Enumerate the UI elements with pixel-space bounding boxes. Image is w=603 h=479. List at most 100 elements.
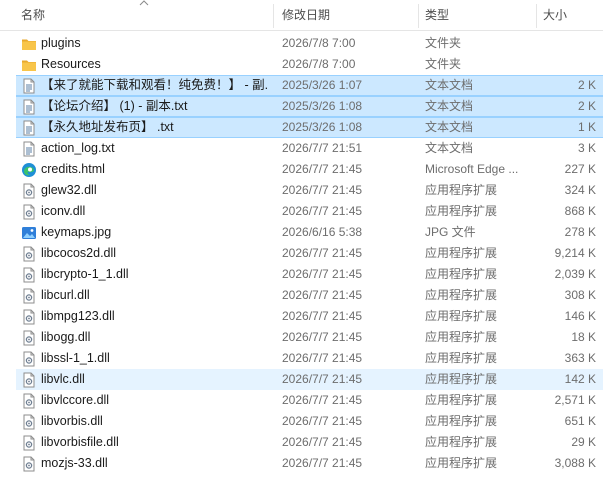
- file-row[interactable]: Resources 2026/7/8 7:00 文件夹: [0, 54, 603, 75]
- file-date: 2026/7/7 21:45: [282, 351, 363, 365]
- file-date: 2026/7/7 21:45: [282, 372, 363, 386]
- file-row[interactable]: libvorbisfile.dll 2026/7/7 21:45 应用程序扩展 29 …: [0, 432, 603, 453]
- file-date: 2026/7/7 21:45: [282, 456, 363, 470]
- file-row[interactable]: libogg.dll 2026/7/7 21:45 应用程序扩展 18 K: [0, 327, 603, 348]
- file-date: 2026/7/7 21:45: [282, 267, 363, 281]
- file-size: 29 K: [571, 435, 596, 449]
- file-name: libvorbis.dll: [41, 414, 103, 428]
- file-type: 应用程序扩展: [425, 372, 498, 386]
- file-row[interactable]: libvlccore.dll 2026/7/7 21:45 应用程序扩展 2,571 …: [0, 390, 603, 411]
- column-header-name[interactable]: 名称: [21, 0, 271, 30]
- file-type: 应用程序扩展: [425, 246, 498, 260]
- edge-html-icon: [21, 162, 37, 178]
- dll-file-icon: [21, 330, 37, 346]
- file-date: 2026/7/7 21:45: [282, 288, 363, 302]
- file-size: 18 K: [571, 330, 596, 344]
- file-row[interactable]: credits.html 2026/7/7 21:45 Microsoft Edge…: [0, 159, 603, 180]
- file-date: 2026/7/7 21:45: [282, 414, 363, 428]
- file-size: 2 K: [577, 78, 596, 92]
- file-type: 应用程序扩展: [425, 393, 498, 407]
- dll-file-icon: [21, 414, 37, 430]
- file-date: 2025/3/26 1:07: [282, 78, 363, 92]
- file-size: 324 K: [564, 183, 596, 197]
- file-size: 278 K: [564, 225, 596, 239]
- file-name: 【来了就能下载和观看！纯免费！】 - 副...: [41, 78, 269, 92]
- file-row[interactable]: libvlc.dll 2026/7/7 21:45 应用程序扩展 142 K: [0, 369, 603, 390]
- file-type: 应用程序扩展: [425, 351, 498, 365]
- file-name: Resources: [41, 57, 101, 71]
- column-divider[interactable]: [536, 4, 537, 28]
- file-name: mozjs-33.dll: [41, 456, 108, 470]
- file-date: 2026/7/7 21:45: [282, 309, 363, 323]
- file-row[interactable]: libmpg123.dll 2026/7/7 21:45 应用程序扩展 146 K: [0, 306, 603, 327]
- dll-file-icon: [21, 372, 37, 388]
- file-row[interactable]: 【论坛介绍】 (1) - 副本.txt 2025/3/26 1:08 文本文档 2 K: [0, 96, 603, 117]
- file-date: 2026/7/8 7:00: [282, 36, 356, 50]
- file-row[interactable]: mozjs-33.dll 2026/7/7 21:45 应用程序扩展 3,088 K: [0, 453, 603, 474]
- file-size: 146 K: [564, 309, 596, 323]
- text-file-icon: [21, 78, 37, 94]
- file-row[interactable]: 【来了就能下载和观看！纯免费！】 - 副... 2025/3/26 1:07 文本文…: [0, 75, 603, 96]
- file-name: action_log.txt: [41, 141, 115, 155]
- file-row[interactable]: keymaps.jpg 2026/6/16 5:38 JPG 文件 278 K: [0, 222, 603, 243]
- file-type: 文件夹: [425, 36, 462, 50]
- column-header-size[interactable]: 大小: [543, 0, 599, 30]
- folder-icon: [21, 57, 37, 73]
- column-header-date[interactable]: 修改日期: [282, 0, 417, 30]
- dll-file-icon: [21, 351, 37, 367]
- file-date: 2025/3/26 1:08: [282, 99, 363, 113]
- text-file-icon: [21, 99, 37, 115]
- file-date: 2026/7/7 21:45: [282, 183, 363, 197]
- file-row[interactable]: action_log.txt 2026/7/7 21:51 文本文档 3 K: [0, 138, 603, 159]
- file-row[interactable]: plugins 2026/7/8 7:00 文件夹: [0, 33, 603, 54]
- file-name: libcrypto-1_1.dll: [41, 267, 129, 281]
- file-type: 应用程序扩展: [425, 267, 498, 281]
- file-type: 文本文档: [425, 120, 474, 134]
- file-date: 2026/7/7 21:45: [282, 330, 363, 344]
- file-name: credits.html: [41, 162, 105, 176]
- dll-file-icon: [21, 288, 37, 304]
- file-name: glew32.dll: [41, 183, 97, 197]
- file-date: 2026/7/7 21:45: [282, 204, 363, 218]
- file-type: 应用程序扩展: [425, 456, 498, 470]
- file-row[interactable]: iconv.dll 2026/7/7 21:45 应用程序扩展 868 K: [0, 201, 603, 222]
- file-row[interactable]: libcrypto-1_1.dll 2026/7/7 21:45 应用程序扩展 2,0…: [0, 264, 603, 285]
- text-file-icon: [21, 141, 37, 157]
- file-size: 1 K: [577, 120, 596, 134]
- file-name: libvlc.dll: [41, 372, 85, 386]
- file-size: 308 K: [564, 288, 596, 302]
- file-type: 文本文档: [425, 78, 474, 92]
- file-name: libmpg123.dll: [41, 309, 115, 323]
- file-size: 227 K: [564, 162, 596, 176]
- file-date: 2026/7/7 21:45: [282, 393, 363, 407]
- file-row[interactable]: 【永久地址发布页】 .txt 2025/3/26 1:08 文本文档 1 K: [0, 117, 603, 138]
- file-name: libcocos2d.dll: [41, 246, 117, 260]
- file-list: plugins 2026/7/8 7:00 文件夹 Resources 2026/7/8…: [0, 33, 603, 474]
- file-name: libogg.dll: [41, 330, 91, 344]
- file-size: 2 K: [577, 99, 596, 113]
- column-header-bar: 名称 修改日期 类型 大小: [0, 0, 603, 31]
- file-type: 文本文档: [425, 141, 474, 155]
- file-size: 3,088 K: [554, 456, 596, 470]
- file-name: libvlccore.dll: [41, 393, 110, 407]
- file-row[interactable]: libcocos2d.dll 2026/7/7 21:45 应用程序扩展 9,214 …: [0, 243, 603, 264]
- file-type: 应用程序扩展: [425, 204, 498, 218]
- file-row[interactable]: libvorbis.dll 2026/7/7 21:45 应用程序扩展 651 K: [0, 411, 603, 432]
- file-size: 651 K: [564, 414, 596, 428]
- file-size: 142 K: [564, 372, 596, 386]
- file-size: 2,571 K: [554, 393, 596, 407]
- column-divider[interactable]: [418, 4, 419, 28]
- file-row[interactable]: libssl-1_1.dll 2026/7/7 21:45 应用程序扩展 363 K: [0, 348, 603, 369]
- column-divider[interactable]: [273, 4, 274, 28]
- column-header-type[interactable]: 类型: [425, 0, 535, 30]
- file-row[interactable]: glew32.dll 2026/7/7 21:45 应用程序扩展 324 K: [0, 180, 603, 201]
- file-type: 文本文档: [425, 99, 474, 113]
- file-name: libvorbisfile.dll: [41, 435, 119, 449]
- file-row[interactable]: libcurl.dll 2026/7/7 21:45 应用程序扩展 308 K: [0, 285, 603, 306]
- file-size: 3 K: [577, 141, 596, 155]
- file-size: 363 K: [564, 351, 596, 365]
- file-name: 【论坛介绍】 (1) - 副本.txt: [41, 99, 188, 113]
- dll-file-icon: [21, 309, 37, 325]
- file-type: 应用程序扩展: [425, 435, 498, 449]
- file-size: 2,039 K: [554, 267, 596, 281]
